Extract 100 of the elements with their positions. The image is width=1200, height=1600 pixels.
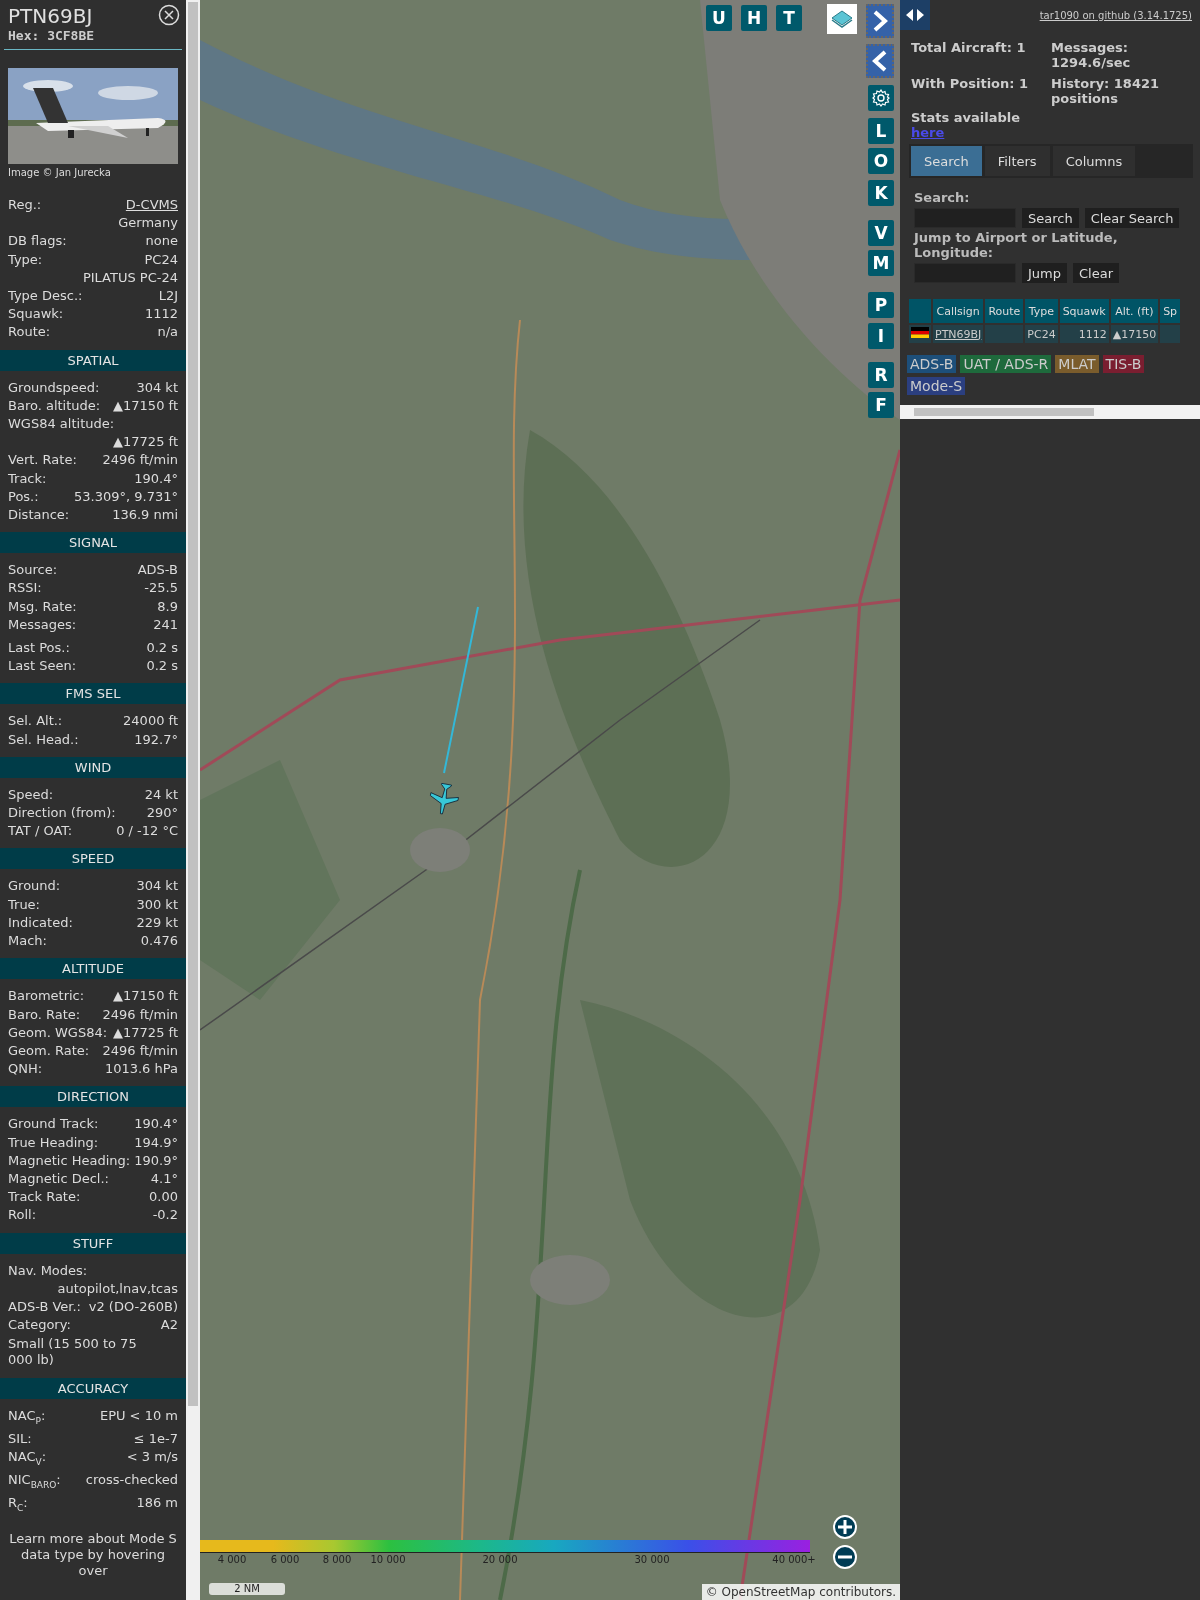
map-toggle-button[interactable]: H	[741, 5, 767, 31]
column-header[interactable]: Route	[985, 299, 1024, 323]
field-value: 0 / -12 °C	[116, 822, 178, 841]
jump-button[interactable]: Jump	[1022, 263, 1067, 283]
field-label: True:	[8, 895, 40, 914]
field-value: 192.7°	[134, 730, 178, 749]
field-label: Magnetic Heading:	[8, 1151, 131, 1170]
tab[interactable]: Search	[911, 146, 982, 176]
field-label: Barometric:	[8, 987, 85, 1006]
field-label: Sel. Head.:	[8, 730, 79, 749]
table-cell	[985, 325, 1024, 343]
field-value: 1013.6 hPa	[104, 1060, 178, 1079]
github-link[interactable]: tar1090 on github (3.14.1725)	[1039, 10, 1192, 21]
field-label: Speed:	[8, 785, 54, 804]
settings-icon	[871, 88, 891, 108]
resize-button[interactable]	[900, 0, 930, 30]
collapse-button[interactable]	[866, 44, 894, 78]
hex-code: Hex: 3CF8BE	[7, 28, 96, 44]
field-value: PC24	[144, 250, 178, 269]
field-label: Mach:	[8, 932, 47, 951]
field-label: Indicated:	[8, 913, 73, 932]
field-label: Msg. Rate:	[8, 597, 77, 616]
stat-text: With Position: 1	[911, 76, 1029, 91]
field-label: Reg.:	[8, 196, 42, 214]
search-button[interactable]: Search	[1022, 208, 1079, 228]
field-value: 53.309°, 9.731°	[74, 487, 178, 506]
column-header[interactable]: Sp	[1160, 299, 1181, 323]
altitude-tick-label: 6 000	[270, 1554, 300, 1565]
field-label: Geom. WGS84:	[8, 1023, 108, 1042]
section-header: STUFF	[0, 1232, 186, 1254]
map-toggle-button[interactable]: T	[776, 5, 802, 31]
close-icon[interactable]	[158, 4, 180, 26]
chevron-right-icon	[872, 9, 888, 33]
field-value: 0.00	[149, 1188, 178, 1207]
altitude-tick-label: 10 000	[370, 1554, 406, 1565]
jump-label: Jump to Airport or Latitude, Longitude:	[914, 230, 1119, 260]
column-header	[909, 299, 931, 323]
settings-button[interactable]	[868, 85, 894, 111]
plus-icon	[837, 1519, 853, 1535]
field-label: Sel. Alt.:	[8, 712, 63, 731]
field-value: EPU < 10 m	[99, 1407, 178, 1426]
field-value: 0.476	[140, 932, 178, 951]
field-label: Distance:	[8, 506, 70, 525]
tab[interactable]: Filters	[984, 146, 1050, 176]
tab[interactable]: Columns	[1052, 146, 1136, 176]
stats-note: Stats available	[911, 110, 1021, 125]
column-header[interactable]: Alt. (ft)	[1110, 299, 1159, 323]
map-toggle-button[interactable]: U	[706, 5, 732, 31]
field-label: RSSI:	[8, 579, 42, 598]
field-label: NIC$_{BARO}$:	[8, 1471, 61, 1492]
field-value: ▲17150 ft	[113, 987, 178, 1006]
field-label: Vert. Rate:	[8, 451, 77, 470]
field-value: autopilot,lnav,tcas	[57, 1279, 178, 1298]
photo-credit: Image © Jan Jurecka	[7, 166, 111, 180]
scrollbar[interactable]	[186, 0, 200, 1600]
attribution-link[interactable]: OpenStreetMap	[721, 1585, 816, 1599]
layers-button[interactable]	[827, 4, 857, 34]
column-header[interactable]: Callsign	[933, 299, 984, 323]
source-tag: MLAT	[1055, 355, 1099, 373]
map-toggle-button[interactable]: V	[868, 220, 894, 246]
map-toggle-button[interactable]: R	[868, 362, 894, 388]
field-value: 300 kt	[136, 895, 178, 914]
field-label: Ground:	[8, 877, 61, 896]
map-toggle-button[interactable]: F	[868, 392, 894, 418]
field-value: 8.9	[157, 597, 178, 616]
field-value: ≤ 1e-7	[133, 1430, 178, 1449]
map-toggle-button[interactable]: L	[868, 118, 894, 144]
map-toggle-button[interactable]: M	[868, 250, 894, 276]
map-toggle-button[interactable]: K	[868, 180, 894, 206]
field-label: QNH:	[8, 1060, 43, 1079]
chevron-left-icon	[872, 49, 888, 73]
section-header: DIRECTION	[0, 1086, 186, 1108]
clear-button[interactable]: Clear	[1073, 263, 1119, 283]
field-value: cross-checked	[85, 1471, 178, 1490]
callsign-link[interactable]: PTN69BJ	[935, 327, 982, 341]
section-header: SIGNAL	[0, 532, 186, 554]
map-toggle-button[interactable]: P	[868, 292, 894, 318]
field-value: 190.9°	[134, 1151, 178, 1170]
field-label: Source:	[8, 561, 58, 580]
table-cell: ▲17150	[1110, 325, 1159, 343]
section-header: ACCURACY	[0, 1378, 186, 1400]
field-label: Groundspeed:	[8, 378, 100, 397]
map-toggle-button[interactable]: O	[868, 148, 894, 174]
field-label: TAT / OAT:	[8, 822, 73, 841]
airplane-icon[interactable]	[429, 783, 459, 815]
map-toggle-button[interactable]: I	[868, 323, 894, 349]
field-value: 190.4°	[134, 469, 178, 488]
horizontal-scrollbar[interactable]	[900, 405, 1200, 419]
field-label: Category:	[8, 1316, 71, 1335]
expand-button[interactable]	[866, 4, 894, 38]
field-label: Baro. Rate:	[8, 1005, 81, 1024]
column-header[interactable]: Type	[1025, 299, 1058, 323]
table-cell: PC24	[1025, 325, 1058, 343]
clear-search-button[interactable]: Clear Search	[1084, 208, 1180, 228]
column-header[interactable]: Squawk	[1059, 299, 1109, 323]
altitude-tick-label: 4 000	[217, 1554, 247, 1565]
field-value: 304 kt	[136, 378, 178, 397]
help-note: Learn more about Mode S data type by hovering over	[8, 1530, 178, 1579]
search-label: Search:	[914, 190, 970, 205]
registration-link[interactable]: D-CVMS	[125, 196, 178, 215]
